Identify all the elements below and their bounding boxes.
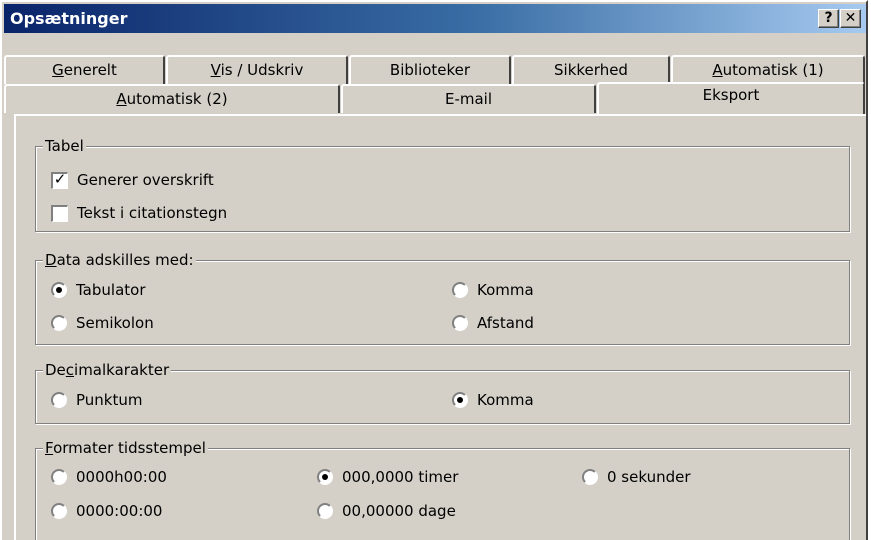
radio-button[interactable] [582,469,598,485]
radio-decimal-komma[interactable]: Komma [452,390,534,410]
radio-sekunder[interactable]: 0 sekunder [582,467,691,487]
radio-dage[interactable]: 00,00000 dage [317,501,456,521]
title-bar[interactable]: Opsætninger ? ✕ [4,4,866,33]
checkbox-box[interactable] [51,204,68,222]
tab-biblioteker[interactable]: Biblioteker [349,55,511,84]
settings-dialog: Opsætninger ? ✕ Generelt Vis / Udskriv B… [0,0,868,540]
group-tabel: Tabel ✓ Generer overskrift Tekst i citat… [35,137,850,232]
radio-semikolon[interactable]: Semikolon [51,313,154,333]
tab-vis-udskriv[interactable]: Vis / Udskriv [166,55,348,84]
tab-automatisk-1[interactable]: Automatisk (1) [671,55,865,84]
radio-0000h00-00[interactable]: 0000h00:00 [51,467,167,487]
group-decimalkarakter-legend: Decimalkarakter [43,361,172,379]
generer-overskrift-checkbox[interactable]: ✓ Generer overskrift [51,170,214,190]
tab-sikkerhed[interactable]: Sikkerhed [512,55,670,84]
radio-button[interactable] [51,315,67,331]
close-button[interactable]: ✕ [840,9,861,28]
radio-punktum[interactable]: Punktum [51,390,142,410]
radio-button[interactable] [452,392,468,408]
tab-automatisk-2[interactable]: Automatisk (2) [4,84,340,113]
radio-afstand[interactable]: Afstand [452,313,534,333]
checkbox-box[interactable]: ✓ [51,169,68,189]
group-decimalkarakter: Decimalkarakter Punktum Komma [35,361,850,424]
radio-button[interactable] [452,282,468,298]
group-formater-tidsstempel-legend: Formater tidsstempel [43,439,208,457]
group-tabel-legend: Tabel [43,137,86,155]
radio-button[interactable] [51,469,67,485]
radio-0000-00-00[interactable]: 0000:00:00 [51,501,162,521]
check-icon: ✓ [53,169,67,188]
group-data-adskilles: Data adskilles med: Tabulator Komma Semi… [35,251,850,345]
tab-email[interactable]: E-mail [341,84,596,113]
radio-tabulator[interactable]: Tabulator [51,280,146,300]
tab-eksport[interactable]: Eksport [597,82,865,116]
radio-button[interactable] [51,503,67,519]
radio-komma[interactable]: Komma [452,280,534,300]
radio-dot-icon [322,474,328,480]
tab-generelt[interactable]: Generelt [4,55,165,84]
window-title: Opsætninger [10,9,128,28]
radio-button[interactable] [452,315,468,331]
radio-dot-icon [457,397,463,403]
radio-dot-icon [56,287,62,293]
radio-button[interactable] [51,392,67,408]
tekst-citationstegn-checkbox[interactable]: Tekst i citationstegn [51,203,227,223]
radio-button[interactable] [317,503,333,519]
radio-button[interactable] [51,282,67,298]
help-button[interactable]: ? [818,9,839,28]
group-data-adskilles-legend: Data adskilles med: [43,251,196,269]
group-formater-tidsstempel: Formater tidsstempel 0000h00:00 000,0000… [35,439,850,540]
radio-button[interactable] [317,469,333,485]
radio-timer[interactable]: 000,0000 timer [317,467,458,487]
